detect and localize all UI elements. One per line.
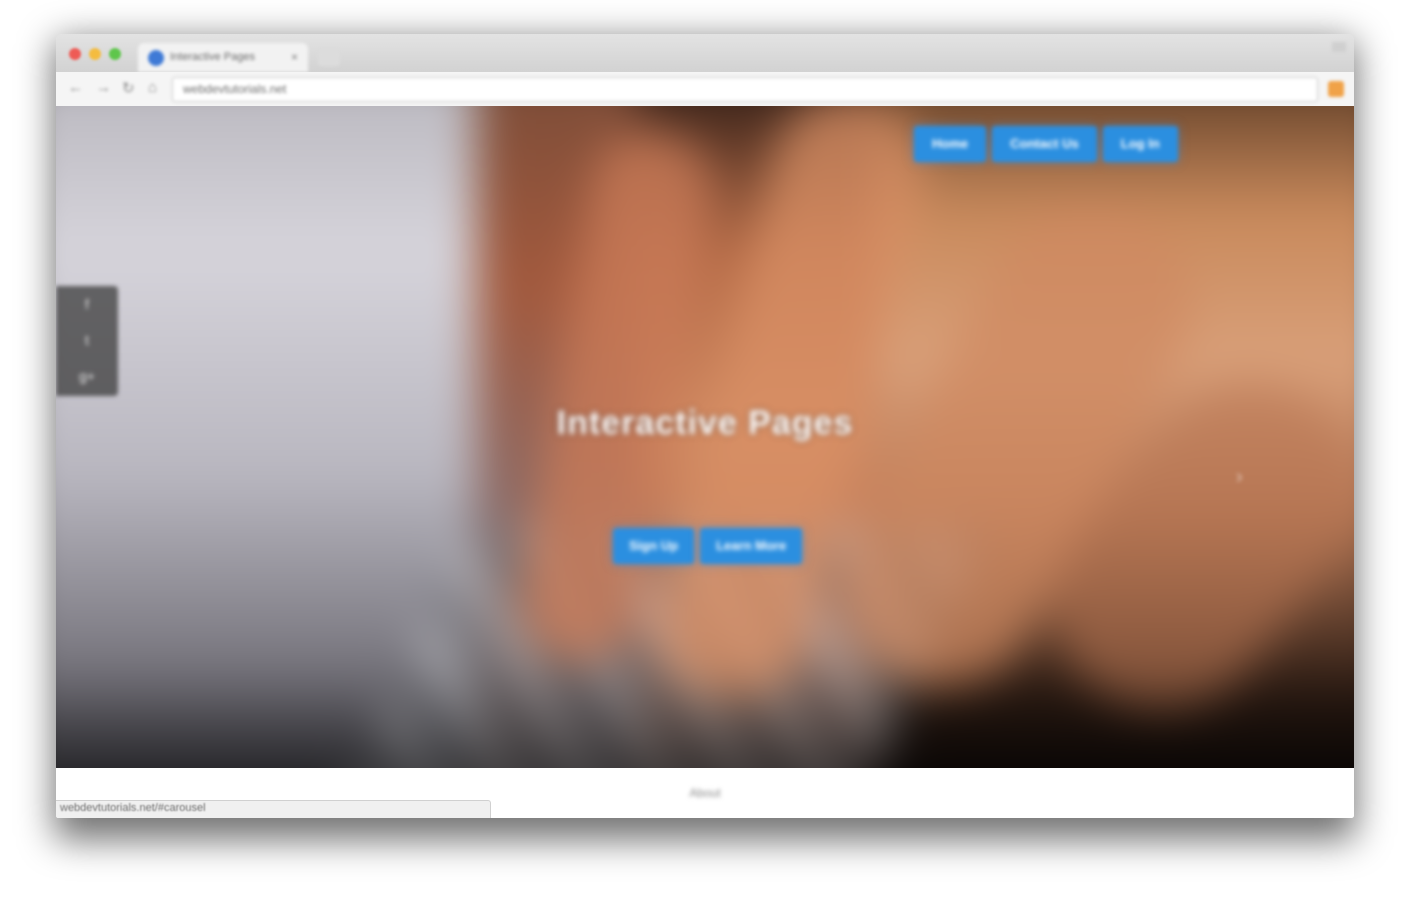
address-bar[interactable]: webdevtutorials.net	[172, 77, 1318, 102]
below-hero-section: About webdevtutorials.net/#carousel	[56, 768, 1354, 818]
maximize-window-button[interactable]	[109, 48, 121, 60]
twitter-icon[interactable]: t	[56, 322, 118, 358]
favicon-icon	[148, 50, 164, 66]
hero-cta-group: Sign Up Learn More	[613, 528, 803, 564]
browser-tab[interactable]: Interactive Pages ×	[138, 43, 308, 72]
facebook-icon[interactable]: f	[56, 286, 118, 322]
google-plus-icon[interactable]: g+	[56, 358, 118, 394]
close-window-button[interactable]	[69, 48, 81, 60]
browser-window: Interactive Pages × ← → ↻ ⌂ webdevtutori…	[56, 34, 1354, 818]
browser-titlebar: Interactive Pages ×	[56, 34, 1354, 72]
profile-button[interactable]	[1332, 42, 1346, 52]
close-tab-icon[interactable]: ×	[291, 50, 298, 64]
page-viewport: Home Contact Us Log In f t g+ Interactiv…	[56, 106, 1354, 818]
forward-arrow-icon[interactable]: →	[96, 79, 111, 96]
back-arrow-icon[interactable]: ←	[68, 79, 83, 96]
section-label: About	[689, 786, 721, 800]
reload-icon[interactable]: ↻	[122, 79, 135, 97]
minimize-window-button[interactable]	[89, 48, 101, 60]
screenshot-stage: Interactive Pages × ← → ↻ ⌂ webdevtutori…	[0, 0, 1411, 897]
hero-background-image	[56, 106, 1354, 818]
status-bar-url: webdevtutorials.net/#carousel	[60, 802, 206, 814]
nav-contact-button[interactable]: Contact Us	[992, 126, 1097, 162]
top-navigation: Home Contact Us Log In	[914, 126, 1178, 162]
sign-up-button[interactable]: Sign Up	[613, 528, 695, 564]
carousel-next-icon[interactable]: ›	[1236, 466, 1243, 489]
nav-login-button[interactable]: Log In	[1102, 126, 1178, 162]
tab-title: Interactive Pages	[170, 51, 255, 63]
address-bar-url: webdevtutorials.net	[183, 82, 287, 96]
hero-title: Interactive Pages	[556, 404, 854, 442]
nav-home-button[interactable]: Home	[914, 126, 987, 162]
social-sidebar: f t g+	[56, 286, 118, 396]
new-tab-button[interactable]	[318, 50, 340, 66]
status-bar: webdevtutorials.net/#carousel	[56, 800, 491, 818]
extension-icon[interactable]	[1328, 81, 1344, 97]
home-icon[interactable]: ⌂	[148, 79, 157, 96]
browser-toolbar: ← → ↻ ⌂ webdevtutorials.net	[56, 72, 1354, 107]
learn-more-button[interactable]: Learn More	[700, 528, 803, 564]
